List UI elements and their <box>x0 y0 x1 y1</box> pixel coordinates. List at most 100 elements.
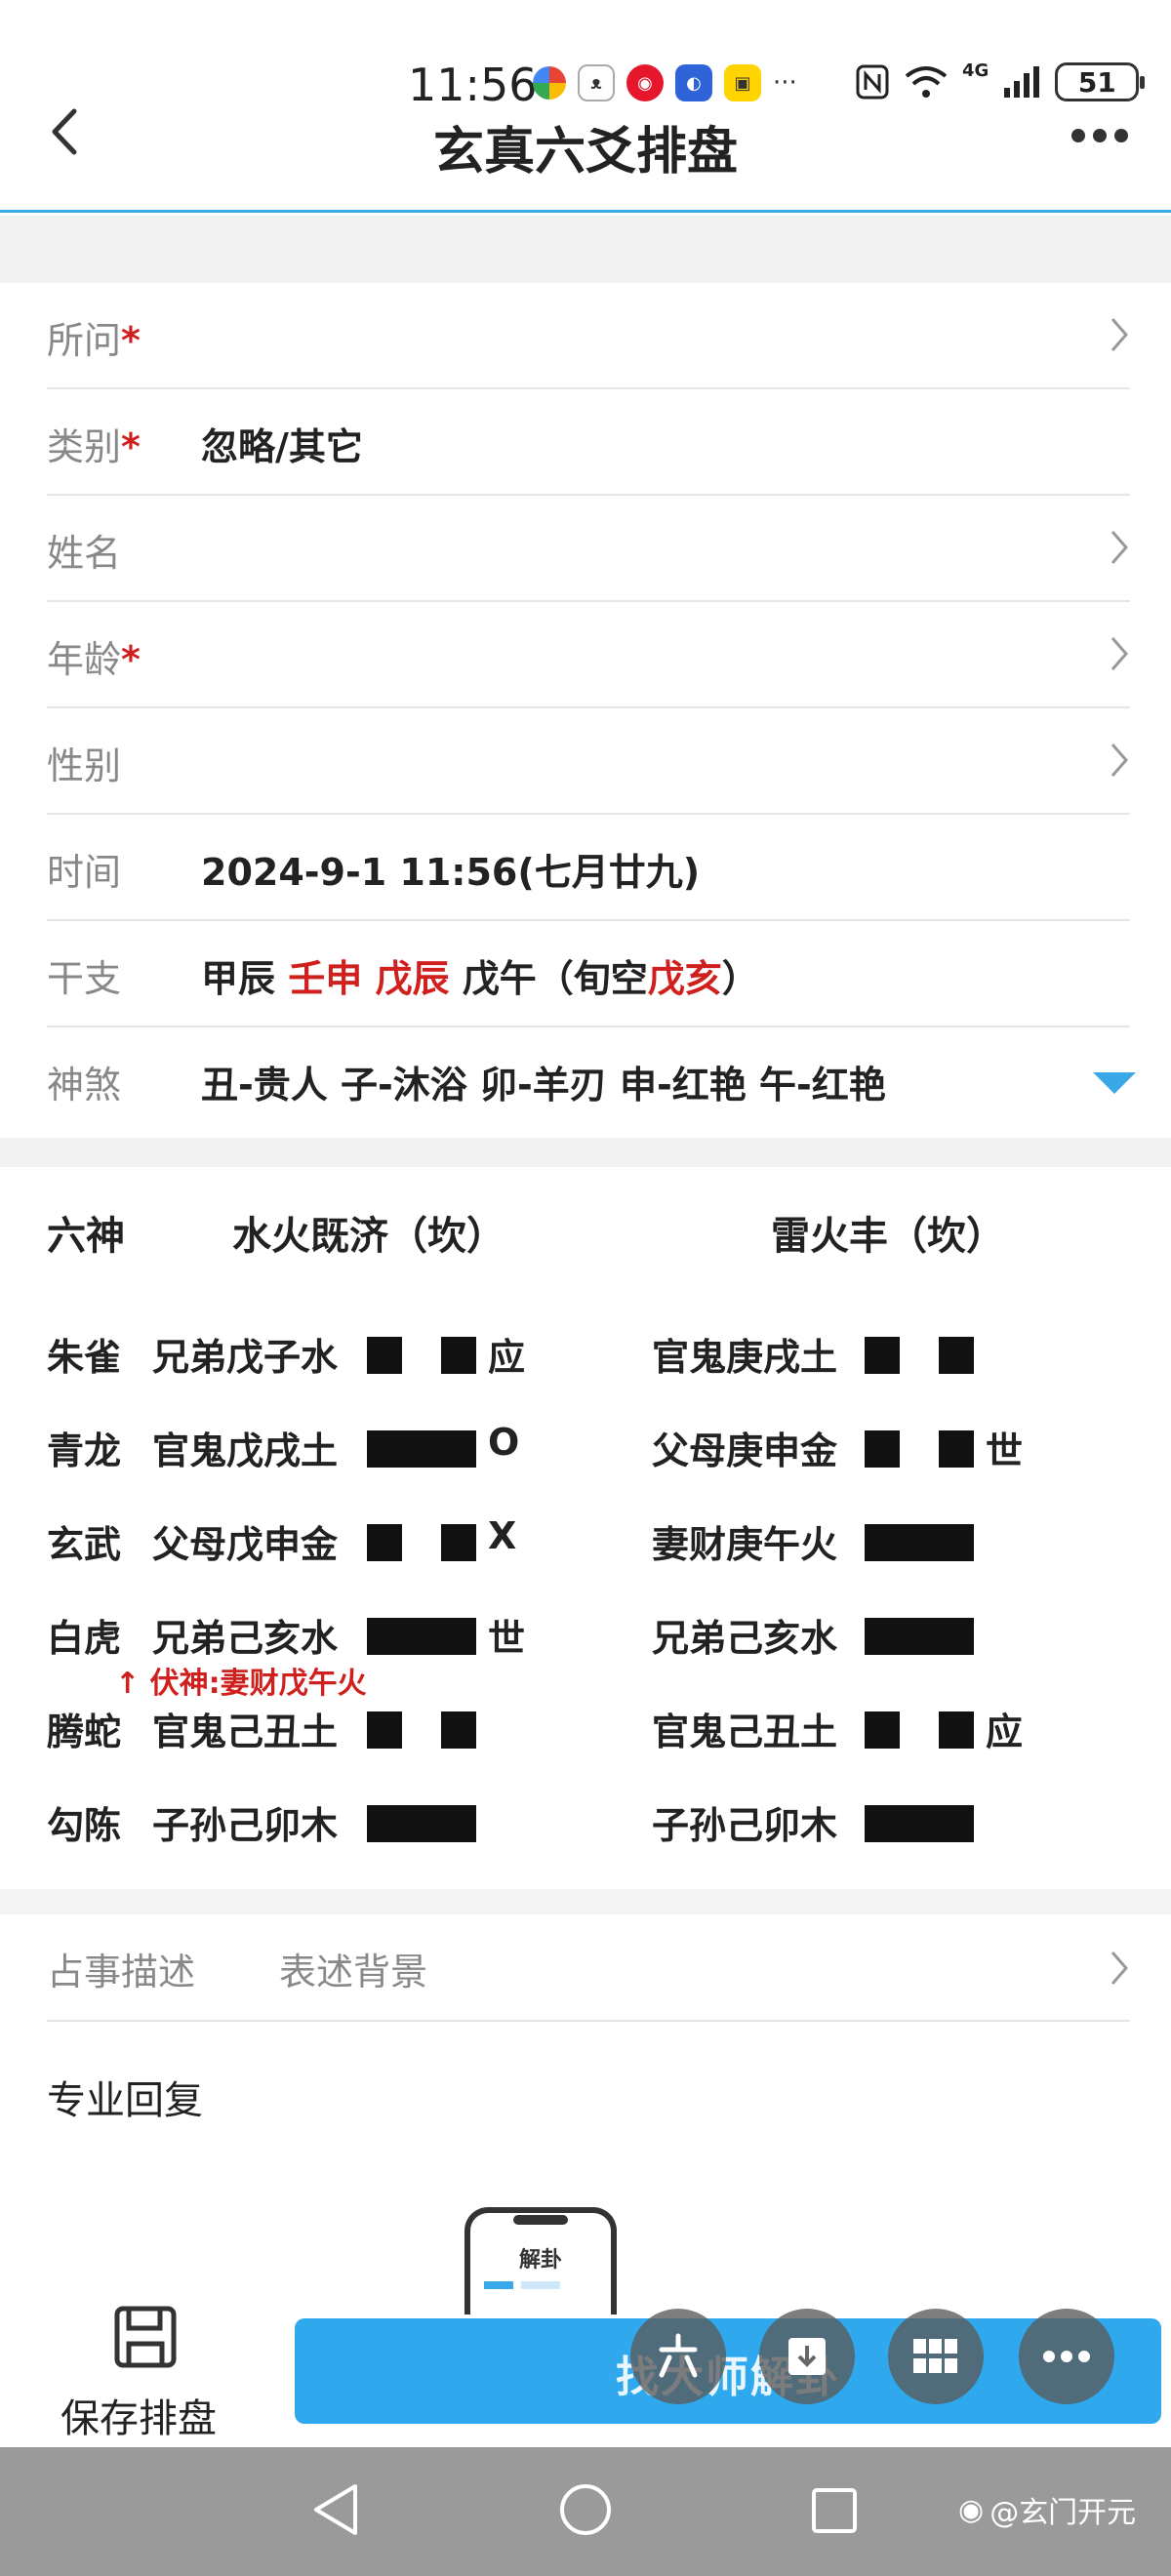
professional-reply-label: 专业回复 <box>47 2078 203 2123</box>
form-row-ganzhi: 干支 甲辰 壬申 戊辰 戊午（旬空戊亥） <box>47 921 1130 1027</box>
six-god-label: 玄武 <box>47 1523 122 1566</box>
ganzhi-year: 甲辰 <box>201 957 276 1000</box>
yao-row: 腾蛇 官鬼己丑土 官鬼己丑土应 <box>47 1702 1130 1760</box>
yang-line <box>367 1805 476 1842</box>
weibo-logo-icon: ◉ <box>958 2492 985 2527</box>
phone-illustration: 解卦 <box>464 2207 617 2314</box>
description-label: 占事描述 <box>47 1951 196 1993</box>
yao-row: 勾陈 子孙己卯木 子孙己卯木 <box>47 1795 1130 1854</box>
yin-line <box>865 1337 900 1374</box>
yin-line <box>865 1711 900 1749</box>
status-time: 11:56 <box>408 59 538 111</box>
main-yao-label: 官鬼己丑土 <box>152 1711 339 1753</box>
yellow-app-icon: ▣ <box>724 64 761 101</box>
form-value: 2024-9-1 11:56(七月廿九) <box>201 851 701 894</box>
form-label: 性别 <box>47 745 122 787</box>
system-home-icon[interactable] <box>558 2482 613 2537</box>
form-row-question[interactable]: 所问* <box>47 283 1130 389</box>
yang-line <box>367 1430 476 1468</box>
more-notifications-icon: ··· <box>773 68 797 98</box>
shensha-value: 丑-贵人 子-沐浴 卯-羊刃 申-红艳 午-红艳 <box>201 1064 886 1107</box>
weibo-watermark: ◉ @玄门开元 <box>958 2492 1137 2531</box>
yin-line <box>939 1337 974 1374</box>
six-god-label: 朱雀 <box>47 1336 122 1379</box>
changed-yao-label: 子孙己卯木 <box>652 1804 838 1847</box>
notification-icons: ᴥ ◉ ◐ ▣ ··· <box>533 64 797 101</box>
colorwheel-app-icon <box>533 66 566 100</box>
fushen-note: ↑ 伏神:妻财戊午火 <box>115 1667 367 1701</box>
chevron-right-icon <box>1110 1952 1128 1985</box>
form-row-category[interactable]: 类别* 忽略/其它 <box>47 389 1130 496</box>
page-title: 玄真六爻排盘 <box>432 123 738 181</box>
battery-level: 51 <box>1077 65 1116 99</box>
ganzhi-day: 戊辰 <box>375 957 450 1000</box>
description-input[interactable]: 表述背景 <box>279 1942 427 1995</box>
system-back-icon[interactable] <box>310 2482 361 2537</box>
form-label: 年龄* <box>47 638 141 681</box>
download-float-icon[interactable] <box>759 2309 855 2404</box>
changed-yao-mark: 应 <box>986 1711 1024 1753</box>
changed-yao-label: 父母庚申金 <box>652 1429 838 1472</box>
six-god-label: 白虎 <box>47 1617 122 1660</box>
form-row-age[interactable]: 年龄* <box>47 602 1130 708</box>
six-god-label: 勾陈 <box>47 1804 122 1847</box>
description-row[interactable]: 占事描述 表述背景 <box>47 1914 1130 2022</box>
main-yao-mark: 应 <box>488 1336 526 1379</box>
form-row-name[interactable]: 姓名 <box>47 496 1130 602</box>
liuyao-float-icon[interactable] <box>630 2309 726 2404</box>
network-type: 4G <box>962 60 989 81</box>
ganzhi-month: 壬申 <box>288 957 363 1000</box>
form-label: 类别* <box>47 425 141 468</box>
chevron-right-icon <box>1110 744 1128 777</box>
six-gods-header: 六神 <box>47 1214 125 1259</box>
chevron-right-icon <box>1110 531 1128 564</box>
save-icon[interactable] <box>113 2305 178 2369</box>
yin-line <box>441 1711 476 1749</box>
changed-yao-label: 妻财庚午火 <box>652 1523 838 1566</box>
main-yao-mark: X <box>488 1514 517 1557</box>
chevron-right-icon <box>1110 318 1128 351</box>
changed-yao-label: 官鬼庚戌土 <box>652 1336 838 1379</box>
save-button[interactable]: 保存排盘 <box>61 2387 217 2443</box>
divider-band <box>0 1889 1171 1914</box>
yang-line <box>865 1805 974 1842</box>
divider-band <box>0 216 1171 283</box>
form-value: 忽略/其它 <box>201 425 363 468</box>
form-row-time[interactable]: 时间 2024-9-1 11:56(七月廿九) <box>47 815 1130 921</box>
system-status: 4G 51 <box>855 60 1146 101</box>
form-row-shensha[interactable]: 神煞 丑-贵人 子-沐浴 卯-羊刃 申-红艳 午-红艳 <box>47 1027 1136 1134</box>
main-yao-label: 兄弟己亥水 <box>152 1617 339 1660</box>
yin-line <box>939 1711 974 1749</box>
chevron-right-icon <box>1110 637 1128 670</box>
yao-row: 白虎 兄弟己亥水世兄弟己亥水 <box>47 1608 1130 1667</box>
yang-line <box>367 1618 476 1655</box>
divider-band <box>0 1138 1171 1167</box>
main-yao-mark: 世 <box>488 1617 526 1660</box>
main-yao-label: 官鬼戊戌土 <box>152 1429 339 1472</box>
changed-yao-mark: 世 <box>986 1429 1024 1472</box>
yang-line <box>865 1618 974 1655</box>
form-row-gender[interactable]: 性别 <box>47 708 1130 815</box>
ganzhi-kong: 戊亥 <box>647 957 722 1000</box>
main-yao-label: 父母戊申金 <box>152 1523 339 1566</box>
grid-apps-float-icon[interactable] <box>888 2309 984 2404</box>
nav-bar: 玄真六爻排盘 <box>0 107 1171 213</box>
main-yao-label: 子孙己卯木 <box>152 1804 339 1847</box>
expand-triangle-icon[interactable] <box>1093 1072 1136 1094</box>
system-recents-icon[interactable] <box>810 2486 859 2535</box>
yin-line <box>367 1711 402 1749</box>
more-options-icon[interactable] <box>1071 129 1128 142</box>
ganzhi-hour: 戊午 <box>462 957 537 1000</box>
illustration-label: 解卦 <box>518 2248 562 2273</box>
more-float-icon[interactable] <box>1019 2309 1114 2404</box>
form-label: 所问* <box>47 319 141 362</box>
yin-line <box>441 1524 476 1561</box>
yao-row: 玄武 父母戊申金 X 妻财庚午火 <box>47 1514 1130 1573</box>
status-bar: 11:56 ᴥ ◉ ◐ ▣ ··· 4G 51 <box>0 0 1171 111</box>
form-label: 姓名 <box>47 532 122 575</box>
wifi-icon <box>905 66 948 98</box>
yin-line <box>939 1430 974 1468</box>
form-list: 所问* 类别* 忽略/其它 姓名 年龄* 性别 时间 2024-9-1 11:5… <box>0 283 1171 1134</box>
main-hexagram-name: 水火既济（坎） <box>232 1214 505 1259</box>
six-god-label: 青龙 <box>47 1429 122 1472</box>
